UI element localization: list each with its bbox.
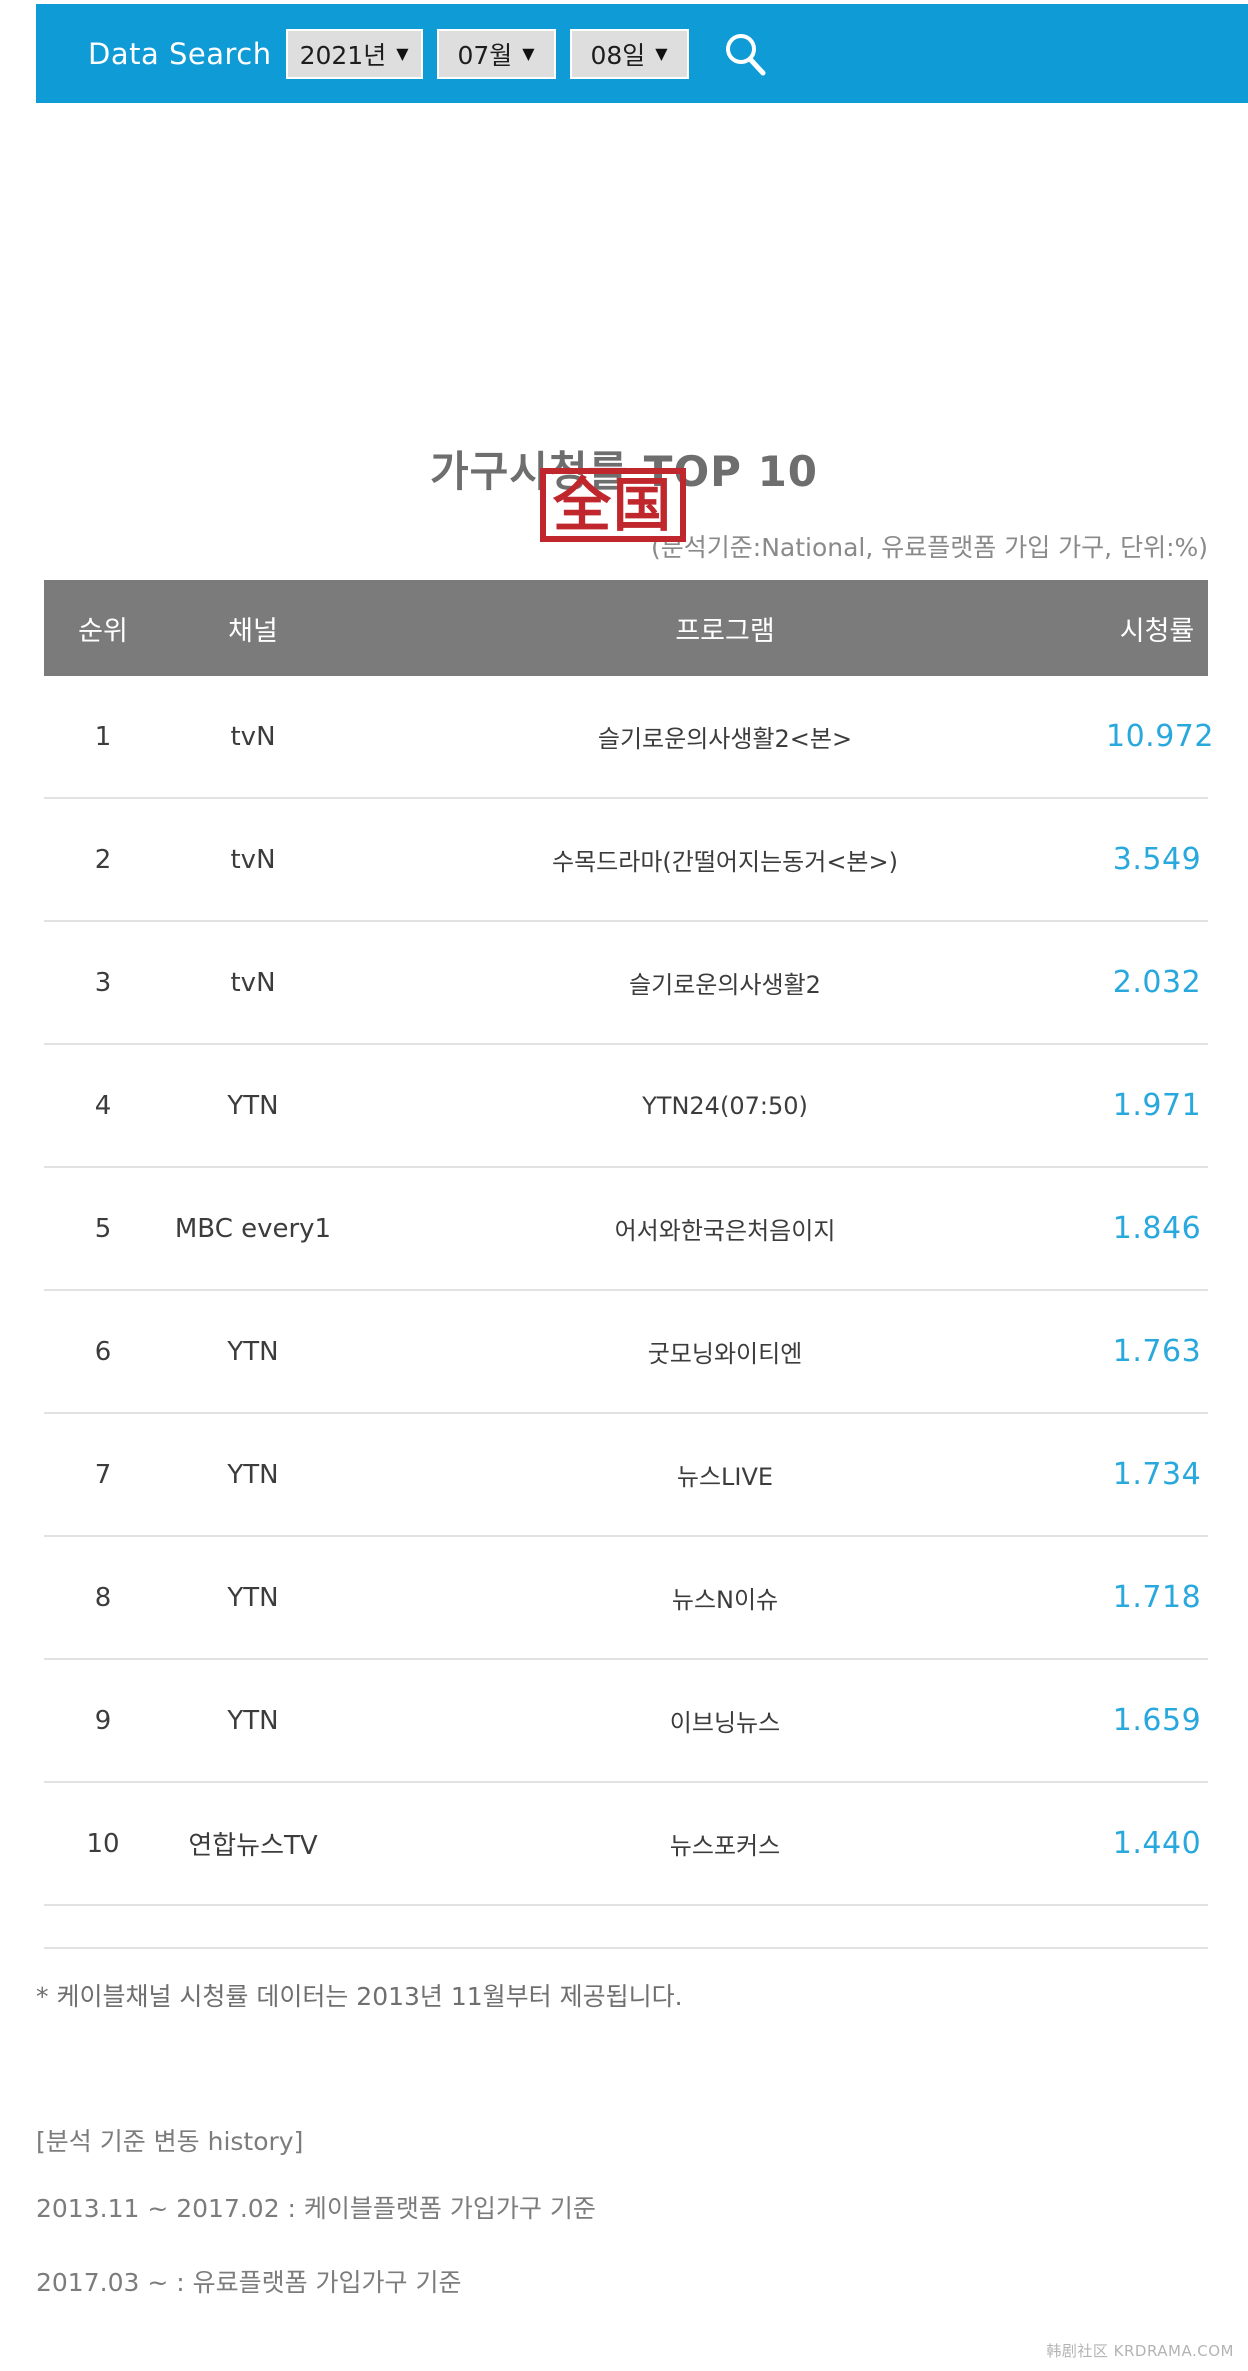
history-line-1: 2013.11 ~ 2017.02 : 케이블플랫폼 가입가구 기준 bbox=[36, 2194, 596, 2223]
cell-channel: MBC every1 bbox=[174, 1213, 332, 1244]
cell-channel: YTN bbox=[227, 1582, 279, 1613]
page-root: Data Search 2021년 ▼ 07월 ▼ 08일 ▼ 가구시청률 TO… bbox=[0, 0, 1248, 2371]
table-row[interactable]: 4 YTN YTN24(07:50) 1.971 bbox=[44, 1045, 1208, 1168]
ratings-table: 순위 채널 프로그램 시청률 1 tvN 슬기로운의사생활2<본> 10.972… bbox=[44, 580, 1214, 1906]
cell-program: 뉴스N이슈 bbox=[671, 1586, 779, 1614]
cell-channel: tvN bbox=[230, 844, 276, 875]
cell-rating: 1.440 bbox=[1112, 1826, 1202, 1861]
column-header-rating: 시청률 bbox=[1119, 615, 1195, 647]
cell-rating: 1.971 bbox=[1112, 1088, 1202, 1123]
cell-channel: YTN bbox=[227, 1459, 279, 1490]
cell-rating: 1.718 bbox=[1112, 1580, 1202, 1615]
cell-rating: 1.846 bbox=[1112, 1211, 1202, 1246]
table-row[interactable]: 6 YTN 굿모닝와이티엔 1.763 bbox=[44, 1291, 1208, 1414]
cell-channel: tvN bbox=[230, 967, 276, 998]
table-row[interactable]: 3 tvN 슬기로운의사생활2 2.032 bbox=[44, 922, 1208, 1045]
search-button[interactable] bbox=[717, 26, 773, 82]
cell-rank: 2 bbox=[94, 844, 112, 875]
site-watermark: 韩剧社区 KRDRAMA.COM bbox=[1046, 2342, 1234, 2360]
cell-program: 이브닝뉴스 bbox=[669, 1709, 781, 1737]
page-subtitle: (분석기준:National, 유료플랫폼 가입 가구, 단위:%) bbox=[651, 533, 1208, 562]
table-row[interactable]: 8 YTN 뉴스N이슈 1.718 bbox=[44, 1537, 1208, 1660]
cell-rank: 4 bbox=[94, 1090, 112, 1121]
cell-rank: 5 bbox=[94, 1213, 112, 1244]
history-title: [분석 기준 변동 history] bbox=[36, 2127, 304, 2156]
cell-channel: tvN bbox=[230, 721, 276, 752]
table-row[interactable]: 7 YTN 뉴스LIVE 1.734 bbox=[44, 1414, 1208, 1537]
cell-channel: YTN bbox=[227, 1336, 279, 1367]
table-row[interactable]: 9 YTN 이브닝뉴스 1.659 bbox=[44, 1660, 1208, 1783]
table-row[interactable]: 2 tvN 수목드라마(간떨어지는동거<본>) 3.549 bbox=[44, 799, 1208, 922]
table-row[interactable]: 5 MBC every1 어서와한국은처음이지 1.846 bbox=[44, 1168, 1208, 1291]
day-select[interactable]: 08일 ▼ bbox=[569, 28, 689, 79]
cell-rating: 1.734 bbox=[1112, 1457, 1202, 1492]
column-header-channel: 채널 bbox=[228, 615, 278, 647]
cell-rank: 7 bbox=[94, 1459, 112, 1490]
cell-channel: YTN bbox=[227, 1090, 279, 1121]
cell-rank: 8 bbox=[94, 1582, 112, 1613]
cell-rank: 6 bbox=[94, 1336, 112, 1367]
cell-program: 굿모닝와이티엔 bbox=[647, 1340, 803, 1368]
cell-rating: 1.763 bbox=[1112, 1334, 1202, 1369]
footnote-divider bbox=[44, 1947, 1208, 1949]
cell-rating: 1.659 bbox=[1112, 1703, 1202, 1738]
cell-rank: 1 bbox=[94, 721, 112, 752]
cell-program: 슬기로운의사생활2<본> bbox=[597, 725, 853, 753]
cell-rank: 3 bbox=[94, 967, 112, 998]
table-row[interactable]: 1 tvN 슬기로운의사생활2<본> 10.972 bbox=[44, 676, 1214, 799]
year-select[interactable]: 2021년 ▼ bbox=[285, 28, 423, 79]
cell-rank: 9 bbox=[94, 1705, 112, 1736]
month-select-value: 07월 bbox=[457, 40, 513, 70]
cell-rating: 2.032 bbox=[1112, 965, 1202, 1000]
page-title: 가구시청률 TOP 10 bbox=[429, 447, 819, 496]
column-header-rank: 순위 bbox=[78, 615, 128, 647]
cell-program: 뉴스포커스 bbox=[669, 1832, 781, 1860]
table-header-row: 순위 채널 프로그램 시청률 bbox=[44, 580, 1208, 676]
footnote-cable-data: * 케이블채널 시청률 데이터는 2013년 11월부터 제공됩니다. bbox=[36, 1982, 683, 2011]
cell-rating: 3.549 bbox=[1112, 842, 1202, 877]
day-select-value: 08일 bbox=[590, 40, 646, 70]
table-row[interactable]: 10 연합뉴스TV 뉴스포커스 1.440 bbox=[44, 1783, 1208, 1906]
chevron-down-icon: ▼ bbox=[396, 43, 409, 63]
cell-rating: 10.972 bbox=[1106, 719, 1214, 754]
month-select[interactable]: 07월 ▼ bbox=[436, 28, 556, 79]
column-header-program: 프로그램 bbox=[675, 615, 775, 647]
history-line-2: 2017.03 ~ : 유료플랫폼 가입가구 기준 bbox=[36, 2268, 462, 2297]
cell-program: 슬기로운의사생활2 bbox=[629, 971, 821, 999]
chevron-down-icon: ▼ bbox=[522, 43, 535, 63]
cell-program: YTN24(07:50) bbox=[642, 1091, 808, 1120]
cell-program: 수목드라마(간떨어지는동거<본>) bbox=[552, 848, 898, 876]
page-title-wrap: 가구시청률 TOP 10 bbox=[0, 438, 1248, 499]
cell-program: 어서와한국은처음이지 bbox=[614, 1217, 836, 1245]
cell-channel: YTN bbox=[227, 1705, 279, 1736]
search-icon bbox=[725, 33, 766, 75]
header-controls: Data Search 2021년 ▼ 07월 ▼ 08일 ▼ bbox=[88, 26, 773, 82]
chevron-down-icon: ▼ bbox=[655, 43, 668, 63]
cell-channel: 연합뉴스TV bbox=[188, 1831, 318, 1861]
data-search-label: Data Search bbox=[88, 36, 272, 71]
data-search-header: Data Search 2021년 ▼ 07월 ▼ 08일 ▼ bbox=[36, 4, 1248, 103]
cell-program: 뉴스LIVE bbox=[676, 1463, 774, 1491]
year-select-value: 2021년 bbox=[299, 40, 387, 70]
cell-rank: 10 bbox=[86, 1828, 120, 1859]
